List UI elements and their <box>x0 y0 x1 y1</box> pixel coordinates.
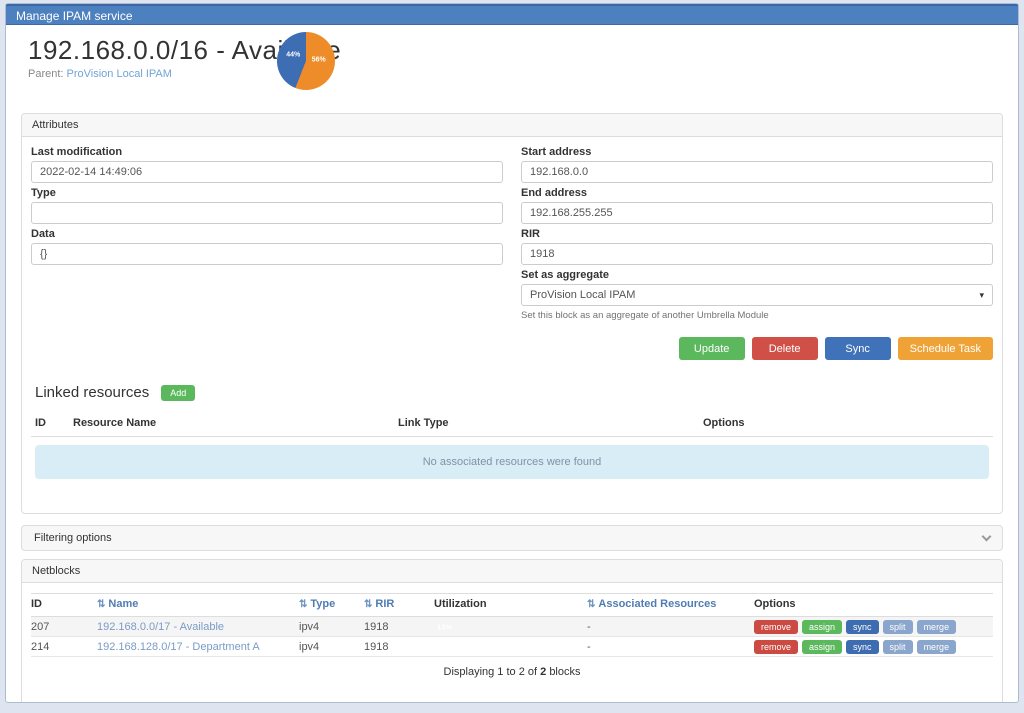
form-left-column: Last modification Type Data <box>31 146 503 325</box>
parent-line: Parent: ProVision Local IPAM <box>28 68 1002 80</box>
sort-icon: ⇅ <box>299 599 307 610</box>
set-as-aggregate-label: Set as aggregate <box>521 269 993 281</box>
remove-button[interactable]: remove <box>754 640 798 654</box>
sort-icon: ⇅ <box>97 599 105 610</box>
attributes-panel: Attributes Last modification Type Da <box>21 113 1003 514</box>
chevron-down-icon <box>982 531 992 541</box>
delete-button[interactable]: Delete <box>752 337 818 360</box>
column-header-link-type: Link Type <box>398 417 703 429</box>
window-title: Manage IPAM service <box>16 9 133 23</box>
column-header-options: Options <box>703 417 989 429</box>
column-header-resource-name: Resource Name <box>73 417 398 429</box>
table-row: 207 192.168.0.0/17 - Available ipv4 1918… <box>31 617 993 637</box>
select-caret-icon: ▾ <box>979 291 984 300</box>
type-label: Type <box>31 187 503 199</box>
utilization-pie-chart: 44% 56% <box>277 32 335 90</box>
remove-button[interactable]: remove <box>754 620 798 634</box>
aggregate-select-value: ProVision Local IPAM <box>530 289 635 301</box>
end-address-label: End address <box>521 187 993 199</box>
row-rir: 1918 <box>364 641 434 653</box>
row-type: ipv4 <box>299 621 364 633</box>
column-header-utilization: Utilization <box>434 598 587 610</box>
column-header-type[interactable]: ⇅Type <box>299 598 364 610</box>
window-titlebar: Manage IPAM service <box>6 4 1018 25</box>
parent-label: Parent: <box>28 68 63 80</box>
linked-resources-title: Linked resources <box>35 384 149 401</box>
start-address-input[interactable] <box>521 161 993 183</box>
column-header-name[interactable]: ⇅Name <box>97 598 299 610</box>
last-modification-label: Last modification <box>31 146 503 158</box>
aggregate-select[interactable]: ProVision Local IPAM ▾ <box>521 284 993 306</box>
merge-button[interactable]: merge <box>917 640 957 654</box>
row-type: ipv4 <box>299 641 364 653</box>
column-header-rir[interactable]: ⇅RIR <box>364 598 434 610</box>
empty-resources-alert: No associated resources were found <box>35 445 989 479</box>
pagination-summary: Displaying 1 to 2 of 2 blocks <box>31 666 993 678</box>
attributes-panel-body: Last modification Type Data <box>22 137 1002 513</box>
filtering-options-title: Filtering options <box>34 532 112 544</box>
pie-slice-label: 56% <box>312 56 326 63</box>
split-button[interactable]: split <box>883 640 913 654</box>
column-header-options: Options <box>754 598 993 610</box>
row-options: remove assign sync split merge <box>754 620 993 634</box>
column-header-associated-resources[interactable]: ⇅Associated Resources <box>587 598 754 610</box>
aggregate-help-text: Set this block as an aggregate of anothe… <box>521 310 993 321</box>
row-associated: - <box>587 621 754 633</box>
assign-button[interactable]: assign <box>802 640 842 654</box>
sync-row-button[interactable]: sync <box>846 620 879 634</box>
table-row: 214 192.168.128.0/17 - Department A ipv4… <box>31 637 993 657</box>
sort-icon: ⇅ <box>587 599 595 610</box>
row-associated: - <box>587 641 754 653</box>
page-title: 192.168.0.0/16 - Available <box>28 35 1002 65</box>
merge-button[interactable]: merge <box>917 620 957 634</box>
add-button[interactable]: Add <box>161 385 195 401</box>
row-options: remove assign sync split merge <box>754 640 993 654</box>
row-id: 207 <box>31 621 97 633</box>
rir-input[interactable] <box>521 243 993 265</box>
form-right-column: Start address End address RIR Set a <box>521 146 993 325</box>
netblocks-panel-title: Netblocks <box>22 560 1002 583</box>
column-header-id: ID <box>35 417 73 429</box>
attributes-panel-title: Attributes <box>22 114 1002 137</box>
netblock-link[interactable]: 192.168.0.0/17 - Available <box>97 621 224 633</box>
data-input[interactable] <box>31 243 503 265</box>
netblocks-panel-body: ID ⇅Name ⇅Type ⇅RIR Utilization ⇅Associa… <box>22 583 1002 703</box>
rir-label: RIR <box>521 228 993 240</box>
block-summary: 192.168.0.0/16 - Available Parent: ProVi… <box>14 25 1010 113</box>
pagination-total: 2 <box>540 666 546 678</box>
manage-ipam-modal: Manage IPAM service 192.168.0.0/16 - Ava… <box>5 3 1019 703</box>
schedule-task-button[interactable]: Schedule Task <box>898 337 993 360</box>
linked-resources-header: ID Resource Name Link Type Options <box>31 417 993 437</box>
column-header-id: ID <box>31 598 97 610</box>
filtering-options-toggle[interactable]: Filtering options <box>21 525 1003 551</box>
row-rir: 1918 <box>364 621 434 633</box>
action-buttons: Update Delete Sync Schedule Task <box>31 337 993 360</box>
modal-body: 192.168.0.0/16 - Available Parent: ProVi… <box>6 25 1018 703</box>
start-address-label: Start address <box>521 146 993 158</box>
sync-row-button[interactable]: sync <box>846 640 879 654</box>
sync-button[interactable]: Sync <box>825 337 891 360</box>
update-button[interactable]: Update <box>679 337 745 360</box>
pie-slice-label: 44% <box>286 52 300 59</box>
row-id: 214 <box>31 641 97 653</box>
end-address-input[interactable] <box>521 202 993 224</box>
split-button[interactable]: split <box>883 620 913 634</box>
netblocks-header: ID ⇅Name ⇅Type ⇅RIR Utilization ⇅Associa… <box>31 593 993 617</box>
parent-link[interactable]: ProVision Local IPAM <box>67 68 172 80</box>
netblock-link[interactable]: 192.168.128.0/17 - Department A <box>97 641 260 653</box>
data-label: Data <box>31 228 503 240</box>
sort-icon: ⇅ <box>364 599 372 610</box>
assign-button[interactable]: assign <box>802 620 842 634</box>
last-modification-input[interactable] <box>31 161 503 183</box>
type-input[interactable] <box>31 202 503 224</box>
netblocks-panel: Netblocks ID ⇅Name ⇅Type ⇅RIR Utilizatio… <box>21 559 1003 703</box>
